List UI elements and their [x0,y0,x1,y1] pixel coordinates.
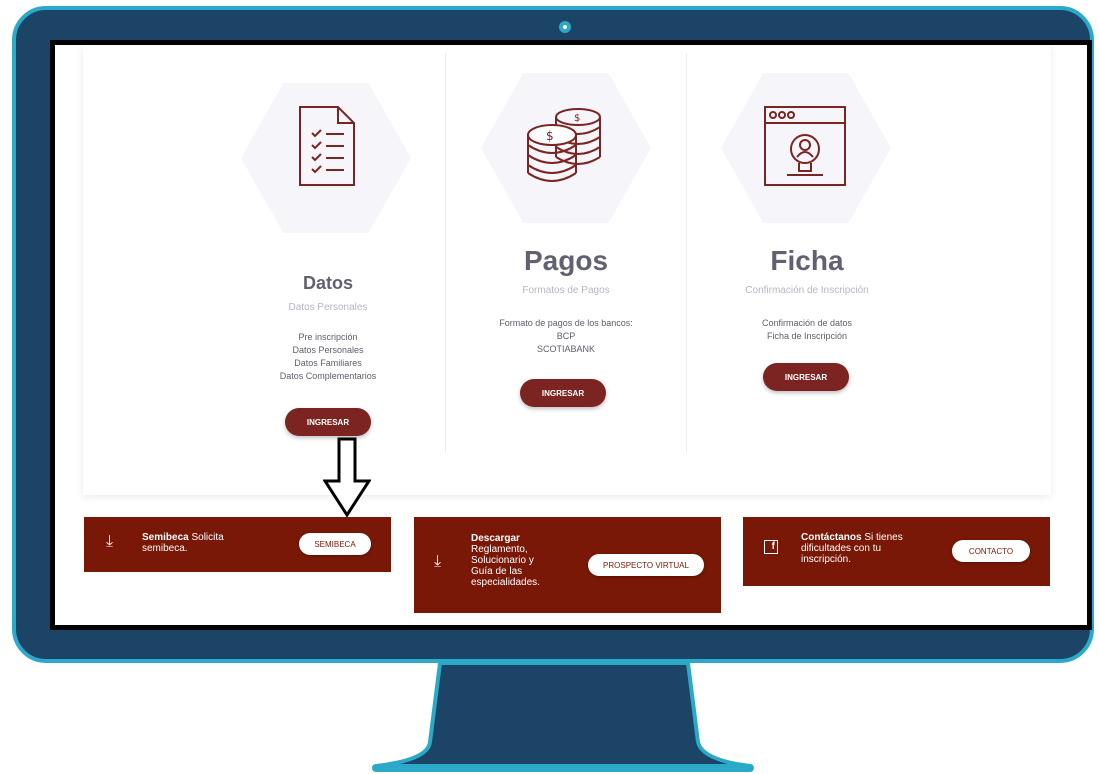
panel-text: dificultades con tu [801,543,882,554]
panel-text: Solicita [188,532,224,543]
step-pagos: $ $ Pagos Formatos de Pagos Formato de p… [446,45,686,455]
panel-heading: Contáctanos [801,532,862,543]
facebook-icon: f [764,540,778,554]
panel-text: especialidades. [471,577,540,588]
coins-stack-icon: $ $ [527,108,601,182]
semibeca-panel: ⤓ Semibeca Solicita semibeca. SEMIBECA [84,517,391,572]
step-description: Confirmación de datos Ficha de Inscripci… [687,317,927,343]
monitor-screen: Datos Datos Personales Pre inscripción D… [50,40,1092,630]
download-icon: ⤓ [106,533,114,550]
step-title: Datos [302,273,353,293]
desc-line: Pre inscripción [298,332,358,342]
desc-line: BCP [556,331,576,341]
download-icon: ⤓ [434,553,442,570]
panel-text: inscripción. [801,554,852,565]
contactanos-panel: f Contáctanos Si tienes dificultades con… [743,517,1050,586]
svg-text:$: $ [574,113,580,124]
ingresar-pagos-button[interactable]: INGRESAR [520,379,606,407]
panel-text: Si tienes [861,532,903,543]
ingresar-datos-button[interactable]: INGRESAR [285,408,371,436]
webcam-dot [559,21,571,33]
registration-steps-card: Datos Datos Personales Pre inscripción D… [83,45,1051,495]
descargar-text: Descargar Reglamento, Solucionario y Guí… [471,533,540,588]
semibeca-button[interactable]: SEMIBECA [299,533,371,555]
desc-line: Ficha de Inscripción [766,331,848,341]
step-description: Pre inscripción Datos Personales Datos F… [208,331,448,383]
step-subtitle: Formatos de Pagos [522,285,610,296]
step-ficha: Ficha Confirmación de Inscripción Confir… [687,45,927,455]
step-datos: Datos Datos Personales Pre inscripción D… [208,45,448,455]
panel-text: Solucionario y [471,555,534,566]
panel-text: Guía de las [471,566,523,577]
desc-line: Datos Personales [292,345,364,355]
desc-line: Confirmación de datos [761,318,853,328]
step-title: Pagos [523,245,609,276]
svg-text:$: $ [546,129,554,143]
contactanos-text: Contáctanos Si tienes dificultades con t… [801,532,903,565]
semibeca-text: Semibeca Solicita semibeca. [142,532,224,554]
panel-heading: Semibeca [142,532,189,543]
step-subtitle: Datos Personales [288,302,368,313]
panel-text: semibeca. [142,543,188,554]
desc-line: Formato de pagos de los bancos: [499,318,633,328]
down-arrow-annotation-icon [323,437,371,517]
step-description: Formato de pagos de los bancos: BCP SCOT… [446,317,686,356]
desc-line: SCOTIABANK [536,344,595,354]
step-title: Ficha [770,245,844,276]
contacto-button[interactable]: CONTACTO [952,540,1030,562]
prospecto-virtual-button[interactable]: PROSPECTO VIRTUAL [588,554,704,576]
desc-line: Datos Complementarios [279,371,377,381]
panel-heading: Descargar [471,533,520,544]
descargar-panel: ⤓ Descargar Reglamento, Solucionario y G… [414,517,721,613]
panel-text: Reglamento, [471,544,528,555]
step-subtitle: Confirmación de Inscripción [745,285,869,296]
profile-window-icon [764,106,846,186]
web-page: Datos Datos Personales Pre inscripción D… [55,45,1087,625]
desc-line: Datos Familiares [294,358,362,368]
checklist-document-icon [299,106,355,186]
ingresar-ficha-button[interactable]: INGRESAR [763,363,849,391]
